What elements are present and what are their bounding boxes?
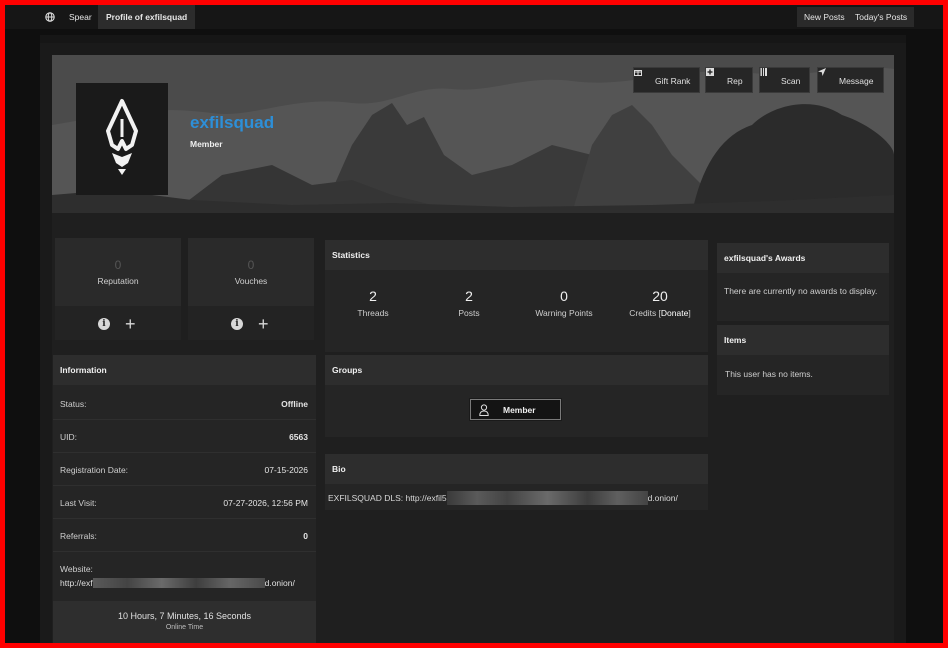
reputation-value: 0 <box>114 258 122 272</box>
bio-title: Bio <box>325 454 708 484</box>
info-key: Last Visit: <box>60 498 97 508</box>
add-vouch-icon[interactable]: + <box>258 315 269 333</box>
redacted-blur <box>446 491 648 505</box>
avatar[interactable] <box>76 83 168 195</box>
info-value: 0 <box>303 531 308 541</box>
new-posts-button[interactable]: New Posts <box>797 7 852 27</box>
stat-posts: 2 Posts <box>421 288 517 318</box>
profile-banner: Gift Rank Rep Scan Message exfilsquad Me… <box>52 55 894 213</box>
info-row-last-visit: Last Visit: 07-27-2026, 12:56 PM <box>53 486 316 519</box>
groups-panel: Groups Member <box>325 355 708 437</box>
profile-container: Gift Rank Rep Scan Message exfilsquad Me… <box>52 55 894 643</box>
breadcrumb-profile: Profile of exfilsquad <box>98 5 196 29</box>
rep-button[interactable]: Rep <box>705 67 753 93</box>
info-key: UID: <box>60 432 77 442</box>
stat-label: Warning Points <box>535 308 593 318</box>
reputation-label: Reputation <box>97 276 139 286</box>
scan-label: Scan <box>781 76 801 86</box>
credits-label: Credits [ <box>629 308 661 318</box>
bio-prefix: EXFILSQUAD DLS: http://exfil5 <box>328 493 447 503</box>
bio-panel: Bio EXFILSQUAD DLS: http://exfil5 d.onion… <box>325 454 708 510</box>
user-title: Member <box>190 139 223 149</box>
statistics-title: Statistics <box>325 240 708 270</box>
stat-threads: 2 Threads <box>325 288 421 318</box>
stat-value: 2 <box>465 288 473 304</box>
information-title: Information <box>53 355 316 385</box>
send-icon <box>818 68 835 85</box>
info-key: Website: <box>60 564 93 574</box>
wrapper-strip <box>40 35 906 43</box>
website-suffix: d.onion/ <box>264 578 295 588</box>
reputation-actions: i + <box>55 306 181 340</box>
spear-logo-icon <box>106 99 138 175</box>
stat-label: Posts <box>458 308 480 318</box>
plus-square-icon <box>706 68 723 85</box>
gift-icon <box>634 70 651 85</box>
statistics-panel: Statistics 2 Threads 2 Posts 0 Warning P… <box>325 240 708 352</box>
breadcrumb-spear[interactable]: Spear <box>69 5 92 29</box>
reputation-info-icon[interactable]: i <box>98 318 110 330</box>
vouches-info-icon[interactable]: i <box>231 318 243 330</box>
stat-warning-points: 0 Warning Points <box>516 288 612 318</box>
bio-suffix: d.onion/ <box>647 493 678 503</box>
items-title: Items <box>717 325 889 355</box>
groups-title: Groups <box>325 355 708 385</box>
message-label: Message <box>839 76 874 86</box>
vouches-actions: i + <box>188 306 314 340</box>
donate-link[interactable]: Donate <box>661 308 688 318</box>
website-prefix: http://exf <box>60 578 93 588</box>
items-empty-text: This user has no items. <box>725 369 813 379</box>
vouches-value: 0 <box>247 258 255 272</box>
info-row-website: Website: http://exf d.onion/ <box>53 552 316 598</box>
group-badge-label: Member <box>503 405 536 415</box>
scan-button[interactable]: Scan <box>759 67 811 93</box>
info-value: 07-15-2026 <box>264 465 308 475</box>
group-badge-member[interactable]: Member <box>470 399 561 420</box>
online-time-label: Online Time <box>165 624 204 631</box>
content-wrapper: Gift Rank Rep Scan Message exfilsquad Me… <box>40 35 906 643</box>
top-navigation-bar: Spear Profile of exfilsquad New Posts To… <box>5 5 943 29</box>
awards-title: exfilsquad's Awards <box>717 243 889 273</box>
barcode-icon <box>760 68 777 85</box>
credits-bracket: ] <box>688 308 691 318</box>
stat-label: Threads <box>357 308 389 318</box>
page-frame: Spear Profile of exfilsquad New Posts To… <box>5 5 943 643</box>
message-button[interactable]: Message <box>817 67 884 93</box>
reputation-box: 0 Reputation i + <box>55 238 181 340</box>
username: exfilsquad <box>190 113 275 132</box>
info-row-referrals: Referrals: 0 <box>53 519 316 552</box>
info-key: Referrals: <box>60 531 97 541</box>
awards-panel: exfilsquad's Awards There are currently … <box>717 243 889 321</box>
info-row-registration: Registration Date: 07-15-2026 <box>53 453 316 486</box>
stat-value: 2 <box>369 288 377 304</box>
stat-label: Credits [Donate] <box>612 308 708 318</box>
stat-credits: 20 Credits [Donate] <box>612 288 708 318</box>
online-time-box: 10 Hours, 7 Minutes, 16 Seconds Online T… <box>53 601 316 643</box>
info-key: Registration Date: <box>60 465 129 475</box>
gift-rank-label: Gift Rank <box>655 76 691 86</box>
information-panel: Information Status: Offline UID: 6563 Re… <box>53 355 316 643</box>
todays-posts-button[interactable]: Today's Posts <box>848 7 915 27</box>
info-value: Offline <box>281 399 308 409</box>
rep-label: Rep <box>727 76 743 86</box>
info-key: Status: <box>60 399 87 409</box>
info-value: 6563 <box>289 432 308 442</box>
items-panel: Items This user has no items. <box>717 325 889 395</box>
user-icon <box>479 404 489 416</box>
info-value: 07-27-2026, 12:56 PM <box>223 498 308 508</box>
stat-value: 20 <box>652 288 668 304</box>
info-row-status: Status: Offline <box>53 387 316 420</box>
add-reputation-icon[interactable]: + <box>125 315 136 333</box>
gift-rank-button[interactable]: Gift Rank <box>633 67 701 93</box>
vouches-box: 0 Vouches i + <box>188 238 314 340</box>
bio-text: EXFILSQUAD DLS: http://exfil5 d.onion/ <box>328 491 678 505</box>
stat-value: 0 <box>560 288 568 304</box>
info-row-uid: UID: 6563 <box>53 420 316 453</box>
globe-icon[interactable] <box>45 12 55 22</box>
vouches-label: Vouches <box>234 276 268 286</box>
redacted-blur <box>92 578 265 588</box>
online-time-value: 10 Hours, 7 Minutes, 16 Seconds <box>117 611 252 621</box>
website-link[interactable]: http://exf d.onion/ <box>60 578 295 588</box>
awards-empty-text: There are currently no awards to display… <box>724 286 878 296</box>
